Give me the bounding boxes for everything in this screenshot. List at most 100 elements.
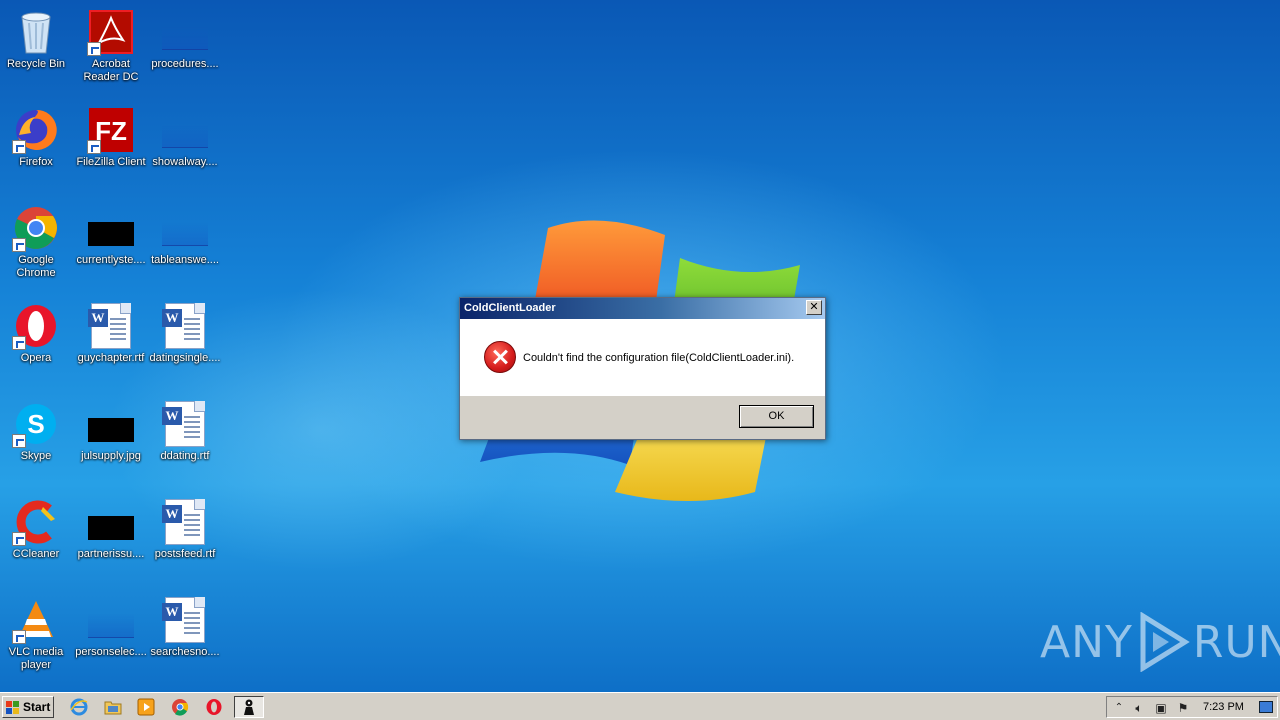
- desktop-icon-label: partnerissu....: [77, 548, 145, 560]
- shortcut-arrow-icon: [12, 336, 26, 350]
- file-thumbnail-icon: [161, 106, 209, 154]
- desktop-icon-label: currentlyste....: [76, 254, 146, 266]
- start-button[interactable]: Start: [2, 696, 54, 718]
- word-document-icon: W: [161, 302, 209, 350]
- svg-text:S: S: [27, 409, 44, 439]
- desktop-icon-label: postsfeed.rtf: [154, 548, 216, 560]
- desktop-icon-label: ddating.rtf: [160, 450, 210, 462]
- desktop-icon-guychapter[interactable]: W guychapter.rtf: [74, 298, 148, 390]
- taskbar: Start ⌃ 🔈︎ ▣ ⚑ 7:23 PM: [0, 692, 1280, 720]
- desktop-icon-vlc[interactable]: VLC media player: [0, 592, 73, 684]
- desktop-icon-showalway[interactable]: showalway....: [148, 102, 222, 194]
- app-icon: [244, 699, 254, 715]
- taskbar-opera[interactable]: [202, 696, 226, 718]
- dialog-body: Couldn't find the configuration file(Col…: [460, 319, 825, 396]
- desktop-icon-ddating[interactable]: W ddating.rtf: [148, 396, 222, 488]
- shortcut-arrow-icon: [12, 532, 26, 546]
- desktop-icon-tableanswe[interactable]: tableanswe....: [148, 200, 222, 292]
- word-document-icon: W: [161, 596, 209, 644]
- desktop-icon-label: Opera: [20, 352, 52, 364]
- desktop-icon-julsupply[interactable]: julsupply.jpg: [74, 396, 148, 488]
- image-thumbnail-icon: [87, 204, 135, 252]
- desktop-icon-label: searchesno....: [150, 646, 220, 658]
- desktop-icon-firefox[interactable]: Firefox: [0, 102, 73, 194]
- error-dialog: ColdClientLoader ✕ Couldn't find the con…: [459, 297, 826, 440]
- media-player-icon: [137, 698, 155, 716]
- desktop-icon-google-chrome[interactable]: Google Chrome: [0, 200, 73, 292]
- dialog-footer: OK: [460, 396, 825, 439]
- desktop-icon-label: datingsingle....: [149, 352, 221, 364]
- dialog-message: Couldn't find the configuration file(Col…: [523, 352, 795, 364]
- taskbar-coldclientloader[interactable]: [234, 696, 264, 718]
- desktop-icon-label: showalway....: [152, 156, 218, 168]
- tray-expand-icon[interactable]: ⌃: [1111, 700, 1127, 716]
- desktop-icon-label: tableanswe....: [151, 254, 219, 266]
- word-document-icon: W: [87, 302, 135, 350]
- desktop-icon-label: personselec....: [75, 646, 147, 658]
- desktop-icon-label: FileZilla Client: [76, 156, 146, 168]
- shortcut-arrow-icon: [12, 434, 26, 448]
- desktop-icon-opera[interactable]: Opera: [0, 298, 73, 390]
- show-desktop-icon[interactable]: [1259, 701, 1273, 713]
- desktop-icon-recycle-bin[interactable]: Recycle Bin: [0, 4, 73, 96]
- network-icon[interactable]: ▣: [1153, 700, 1169, 716]
- desktop-icon-postsfeed[interactable]: W postsfeed.rtf: [148, 494, 222, 586]
- opera-icon: [206, 699, 222, 715]
- acrobat-reader-icon: [87, 8, 135, 56]
- image-thumbnail-icon: [87, 498, 135, 546]
- windows-flag-icon: [6, 700, 20, 714]
- play-logo-icon: [1140, 612, 1190, 672]
- filezilla-icon: FZ: [87, 106, 135, 154]
- file-thumbnail-icon: [87, 596, 135, 644]
- taskbar-file-explorer[interactable]: [101, 696, 125, 718]
- dialog-titlebar[interactable]: ColdClientLoader ✕: [460, 298, 825, 319]
- watermark-text-right: RUN: [1192, 616, 1280, 668]
- ok-button[interactable]: OK: [739, 405, 814, 428]
- ccleaner-icon: [12, 498, 60, 546]
- desktop-icon-label: guychapter.rtf: [77, 352, 145, 364]
- desktop-icon-skype[interactable]: S Skype: [0, 396, 73, 488]
- clock[interactable]: 7:23 PM: [1203, 701, 1244, 713]
- desktop-icon-label: Recycle Bin: [6, 58, 66, 70]
- desktop-icon-ccleaner[interactable]: CCleaner: [0, 494, 73, 586]
- shortcut-arrow-icon: [87, 42, 101, 56]
- dialog-close-button[interactable]: ✕: [806, 300, 822, 315]
- shortcut-arrow-icon: [12, 140, 26, 154]
- desktop: Recycle Bin Firefox Google Chrome Opera …: [0, 0, 1280, 692]
- shortcut-arrow-icon: [12, 630, 26, 644]
- start-label: Start: [23, 700, 51, 714]
- folder-icon: [104, 701, 122, 715]
- taskbar-chrome[interactable]: [168, 696, 192, 718]
- desktop-icon-label: CCleaner: [12, 548, 60, 560]
- desktop-icon-label: VLC media player: [8, 646, 64, 671]
- desktop-icon-datingsingle[interactable]: W datingsingle....: [148, 298, 222, 390]
- desktop-icon-filezilla[interactable]: FZ FileZilla Client: [74, 102, 148, 194]
- recycle-bin-icon: [12, 8, 60, 56]
- chrome-icon: [12, 204, 60, 252]
- desktop-icon-acrobat-reader[interactable]: Acrobat Reader DC: [74, 4, 148, 96]
- desktop-icon-personselec[interactable]: personselec....: [74, 592, 148, 684]
- desktop-icon-label: Google Chrome: [16, 254, 56, 279]
- desktop-icon-partnerissu[interactable]: partnerissu....: [74, 494, 148, 586]
- shortcut-arrow-icon: [12, 238, 26, 252]
- error-icon: [484, 341, 516, 373]
- system-tray: ⌃ 🔈︎ ▣ ⚑ 7:23 PM: [1106, 696, 1278, 718]
- desktop-icon-label: Skype: [20, 450, 52, 462]
- firefox-icon: [12, 106, 60, 154]
- desktop-icon-searchesno[interactable]: W searchesno....: [148, 592, 222, 684]
- skype-icon: S: [12, 400, 60, 448]
- shortcut-arrow-icon: [87, 140, 101, 154]
- desktop-icon-procedures[interactable]: procedures....: [148, 4, 222, 96]
- file-thumbnail-icon: [161, 204, 209, 252]
- volume-icon[interactable]: 🔈︎: [1131, 700, 1147, 716]
- taskbar-internet-explorer[interactable]: [67, 696, 91, 718]
- chrome-icon: [172, 699, 189, 716]
- taskbar-media-player[interactable]: [134, 696, 158, 718]
- action-center-flag-icon[interactable]: ⚑: [1175, 700, 1191, 716]
- desktop-icon-label: Acrobat Reader DC: [83, 58, 139, 83]
- dialog-title: ColdClientLoader: [464, 302, 556, 314]
- desktop-icon-label: julsupply.jpg: [81, 450, 141, 462]
- desktop-icon-currentlyste[interactable]: currentlyste....: [74, 200, 148, 292]
- word-document-icon: W: [161, 498, 209, 546]
- vlc-icon: [12, 596, 60, 644]
